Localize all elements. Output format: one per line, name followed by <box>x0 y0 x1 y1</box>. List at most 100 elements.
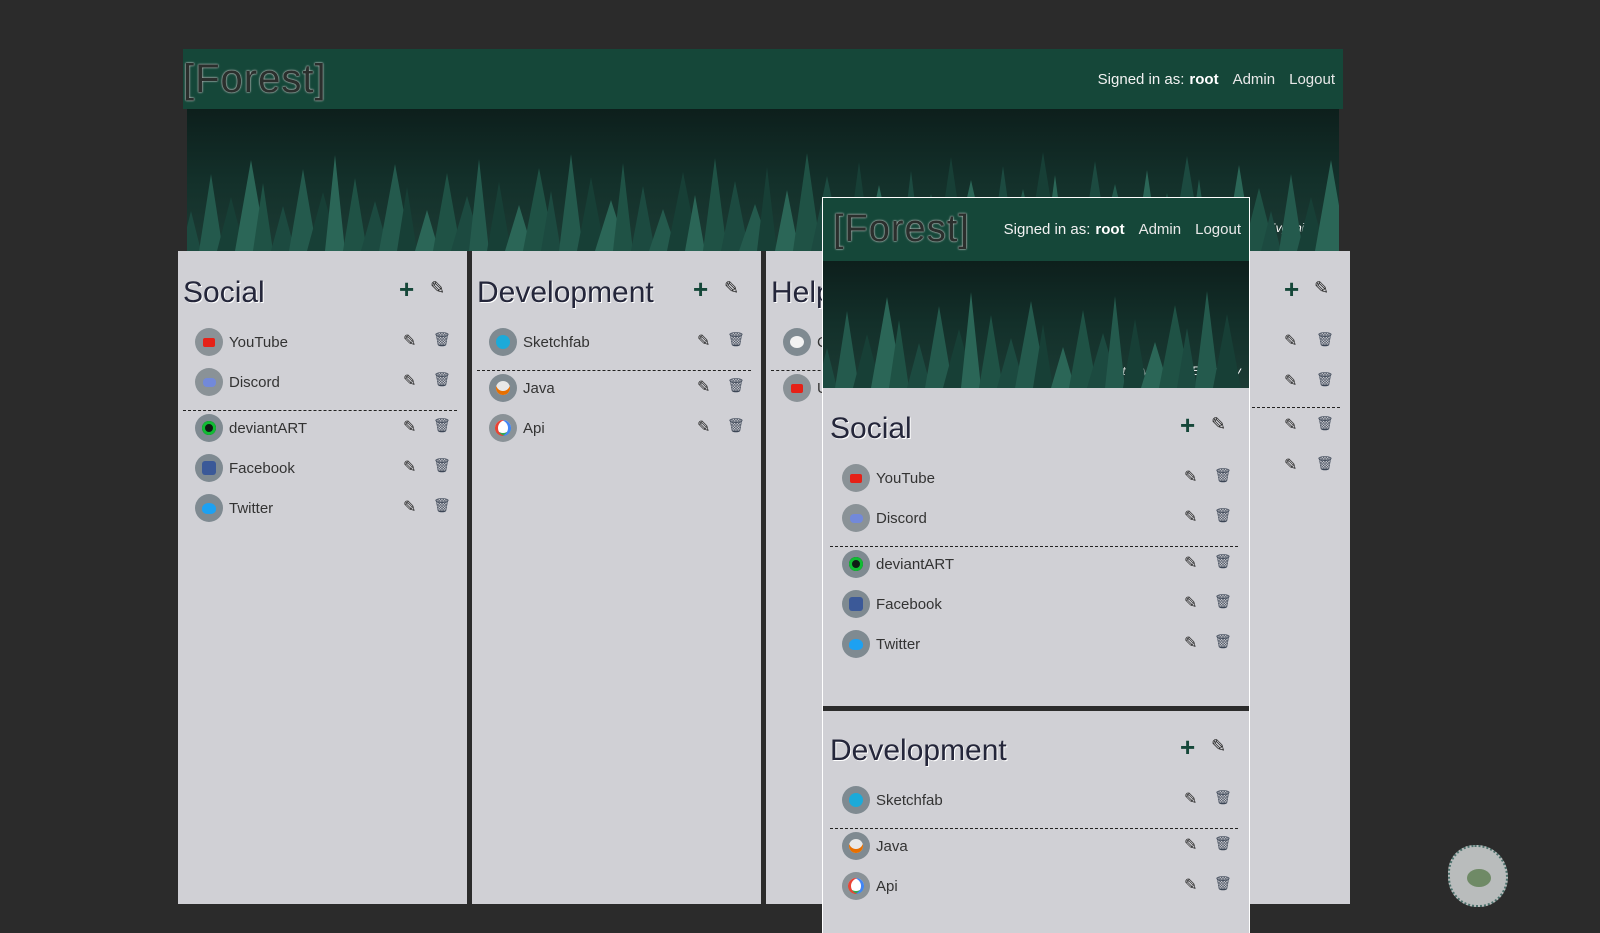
edit-link-button[interactable]: ✎ <box>1184 553 1197 573</box>
delete-link-button[interactable]: 🗑 <box>1214 835 1232 852</box>
delete-link-button[interactable]: 🗑 <box>1316 331 1334 348</box>
edit-link-button[interactable]: ✎ <box>1284 331 1297 351</box>
delete-link-button[interactable]: 🗑 <box>1316 371 1334 388</box>
link-item[interactable]: Twitter ✎ 🗑 <box>195 494 457 524</box>
link-name[interactable]: Twitter <box>229 500 273 517</box>
delete-link-button[interactable]: 🗑 <box>727 331 745 348</box>
link-item[interactable]: Java ✎ 🗑 <box>842 832 1238 862</box>
preview-admin-link[interactable]: Admin <box>1139 221 1182 238</box>
link-name[interactable]: Facebook <box>876 596 942 613</box>
delete-link-button[interactable]: 🗑 <box>727 417 745 434</box>
link-name[interactable]: Discord <box>876 510 927 527</box>
delete-link-button[interactable]: 🗑 <box>1214 553 1232 570</box>
admin-link[interactable]: Admin <box>1233 71 1276 88</box>
add-link-button[interactable]: + <box>1180 732 1195 763</box>
edit-column-button[interactable]: ✎ <box>430 278 445 299</box>
edit-link-button[interactable]: ✎ <box>403 371 416 391</box>
link-name[interactable]: Java <box>876 838 908 855</box>
edit-link-button[interactable]: ✎ <box>1184 593 1197 613</box>
edit-link-button[interactable]: ✎ <box>1184 507 1197 527</box>
deviantart-icon <box>842 550 870 578</box>
link-item[interactable]: Facebook ✎ 🗑 <box>842 590 1238 620</box>
facebook-icon <box>842 590 870 618</box>
delete-link-button[interactable]: 🗑 <box>433 331 451 348</box>
logout-link[interactable]: Logout <box>1289 71 1335 88</box>
preview-username: root <box>1095 221 1125 238</box>
edit-link-button[interactable]: ✎ <box>403 417 416 437</box>
add-link-button[interactable]: + <box>399 274 414 305</box>
link-item[interactable]: Sketchfab ✎ 🗑 <box>842 786 1238 816</box>
preview-logout-link[interactable]: Logout <box>1195 221 1241 238</box>
link-name[interactable]: YouTube <box>876 470 935 487</box>
edit-column-button[interactable]: ✎ <box>1211 414 1226 435</box>
link-name[interactable]: deviantART <box>229 420 307 437</box>
delete-link-button[interactable]: 🗑 <box>1316 455 1334 472</box>
link-item[interactable]: Sketchfab ✎ 🗑 <box>489 328 751 358</box>
link-item[interactable]: Api ✎ 🗑 <box>842 872 1238 902</box>
delete-link-button[interactable]: 🗑 <box>433 457 451 474</box>
link-name[interactable]: Sketchfab <box>876 792 943 809</box>
add-link-button[interactable]: + <box>1284 274 1299 305</box>
delete-link-button[interactable]: 🗑 <box>1214 789 1232 806</box>
link-item[interactable]: Java ✎ 🗑 <box>489 374 751 404</box>
column-title: Social <box>183 276 265 309</box>
edit-link-button[interactable]: ✎ <box>403 331 416 351</box>
delete-link-button[interactable]: 🗑 <box>1214 467 1232 484</box>
edit-column-button[interactable]: ✎ <box>1211 736 1226 757</box>
edit-link-button[interactable]: ✎ <box>1284 415 1297 435</box>
link-item[interactable]: Discord ✎ 🗑 <box>195 368 457 398</box>
tree-shape <box>1105 296 1125 388</box>
delete-link-button[interactable]: 🗑 <box>1316 415 1334 432</box>
edit-link-button[interactable]: ✎ <box>403 457 416 477</box>
edit-link-button[interactable]: ✎ <box>1284 455 1297 475</box>
link-name[interactable]: YouTube <box>229 334 288 351</box>
sketchfab-icon <box>489 328 517 356</box>
link-item[interactable]: Api ✎ 🗑 <box>489 414 751 444</box>
edit-link-button[interactable]: ✎ <box>1184 467 1197 487</box>
link-name[interactable]: Java <box>523 380 555 397</box>
edit-link-button[interactable]: ✎ <box>697 377 710 397</box>
edit-link-button[interactable]: ✎ <box>697 331 710 351</box>
edit-link-button[interactable]: ✎ <box>403 497 416 517</box>
delete-link-button[interactable]: 🗑 <box>433 371 451 388</box>
link-name[interactable]: deviantART <box>876 556 954 573</box>
delete-link-button[interactable]: 🗑 <box>1214 593 1232 610</box>
link-name[interactable]: Twitter <box>876 636 920 653</box>
edit-link-button[interactable]: ✎ <box>697 417 710 437</box>
add-link-button[interactable]: + <box>1180 410 1195 441</box>
group-separator <box>183 410 457 411</box>
add-link-button[interactable]: + <box>693 274 708 305</box>
edit-link-button[interactable]: ✎ <box>1184 633 1197 653</box>
link-item[interactable]: Discord ✎ 🗑 <box>842 504 1238 534</box>
delete-link-button[interactable]: 🗑 <box>1214 507 1232 524</box>
link-item[interactable]: Facebook ✎ 🗑 <box>195 454 457 484</box>
delete-link-button[interactable]: 🗑 <box>1214 875 1232 892</box>
edit-column-button[interactable]: ✎ <box>1314 278 1329 299</box>
edit-column-button[interactable]: ✎ <box>724 278 739 299</box>
link-item[interactable]: Twitter ✎ 🗑 <box>842 630 1238 660</box>
preview-signed-in-label: Signed in as: <box>1003 221 1091 238</box>
link-name[interactable]: Facebook <box>229 460 295 477</box>
link-name[interactable]: Api <box>523 420 545 437</box>
discord-icon <box>195 368 223 396</box>
delete-link-button[interactable]: 🗑 <box>433 417 451 434</box>
floating-action-blob[interactable] <box>1448 845 1508 907</box>
link-name[interactable]: Discord <box>229 374 280 391</box>
preview-brand-logo[interactable]: [Forest] <box>833 208 970 251</box>
edit-link-button[interactable]: ✎ <box>1184 835 1197 855</box>
brand-logo[interactable]: [Forest] <box>183 57 327 102</box>
delete-link-button[interactable]: 🗑 <box>727 377 745 394</box>
edit-link-button[interactable]: ✎ <box>1184 789 1197 809</box>
link-name[interactable]: Sketchfab <box>523 334 590 351</box>
link-name[interactable]: Api <box>876 878 898 895</box>
link-item[interactable]: deviantART ✎ 🗑 <box>195 414 457 444</box>
tree-shape <box>1261 211 1281 251</box>
link-item[interactable]: deviantART ✎ 🗑 <box>842 550 1238 580</box>
delete-link-button[interactable]: 🗑 <box>1214 633 1232 650</box>
delete-link-button[interactable]: 🗑 <box>433 497 451 514</box>
column-title: Development <box>830 734 1007 767</box>
edit-link-button[interactable]: ✎ <box>1284 371 1297 391</box>
edit-link-button[interactable]: ✎ <box>1184 875 1197 895</box>
link-item[interactable]: YouTube ✎ 🗑 <box>195 328 457 358</box>
link-item[interactable]: YouTube ✎ 🗑 <box>842 464 1238 494</box>
